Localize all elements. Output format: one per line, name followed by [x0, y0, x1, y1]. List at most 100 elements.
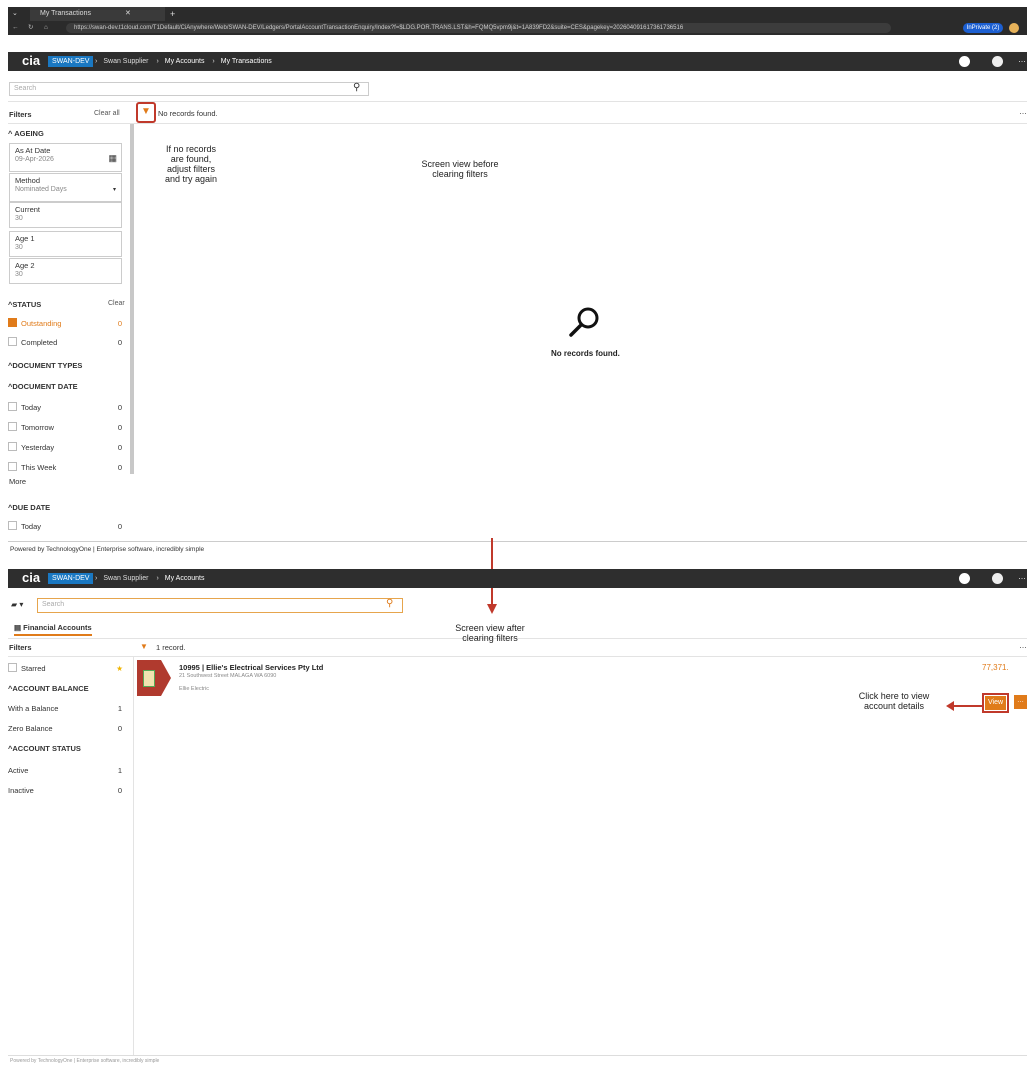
tab-financial-accounts[interactable]: ▤ Financial Accounts: [14, 623, 92, 636]
cia-logo-after[interactable]: cia: [22, 570, 40, 585]
annotation-view-hint: Click here to view account details: [858, 691, 930, 711]
accessibility-icon[interactable]: [959, 56, 970, 67]
inprivate-badge[interactable]: InPrivate (2): [963, 23, 1003, 33]
more-icon[interactable]: …: [1018, 55, 1026, 64]
due-date-today[interactable]: Today 0: [8, 521, 126, 533]
method-value: Nominated Days: [15, 186, 67, 193]
method-label: Method: [15, 176, 41, 185]
search-input[interactable]: Search: [9, 82, 369, 96]
crumb-my-accounts[interactable]: My Accounts: [165, 575, 205, 582]
list-more-icon[interactable]: …: [1019, 641, 1027, 650]
url-input[interactable]: https://swan-dev.t1cloud.com/T1Default/C…: [66, 23, 891, 33]
cia-logo[interactable]: cia: [22, 53, 40, 68]
breadcrumb-after: › Swan Supplier › My Accounts: [95, 575, 205, 582]
view-button-highlight: View: [982, 693, 1009, 713]
view-button[interactable]: View: [985, 696, 1006, 710]
status-clear-link[interactable]: Clear: [108, 300, 125, 307]
document-types-section[interactable]: ^DOCUMENT TYPES: [8, 361, 126, 370]
doc-date-tomorrow[interactable]: Tomorrow 0: [8, 422, 126, 434]
search-input-after[interactable]: Search: [37, 598, 403, 613]
age1-field[interactable]: Age 1 30: [9, 231, 122, 257]
status-outstanding[interactable]: Outstanding 0: [8, 318, 126, 330]
account-thumbnail: [137, 660, 161, 696]
due-date-section[interactable]: ^DUE DATE: [8, 503, 126, 512]
profile-avatar[interactable]: [1009, 23, 1019, 33]
record-count: 1 record.: [156, 643, 186, 652]
current-field[interactable]: Current 30: [9, 202, 122, 228]
browser-tab-bar: My Transactions ✕ + ⌄: [8, 7, 1027, 21]
document-date-section[interactable]: ^DOCUMENT DATE: [8, 382, 126, 391]
search-icon[interactable]: ⚲: [386, 598, 393, 609]
magnifier-icon: [569, 307, 599, 337]
current-value: 30: [15, 215, 23, 222]
filters-title: Filters: [9, 110, 32, 119]
doc-date-today[interactable]: Today 0: [8, 402, 126, 414]
close-tab-icon[interactable]: ✕: [125, 7, 131, 21]
star-icon: ★: [116, 664, 123, 673]
method-select[interactable]: Method Nominated Days ▾: [9, 173, 122, 202]
zero-balance-filter[interactable]: Zero Balance 0: [8, 723, 126, 735]
accounts-tab-icon: ▤: [14, 623, 24, 632]
search-icon[interactable]: ⚲: [353, 82, 360, 93]
checkbox-checked[interactable]: [8, 318, 17, 327]
status-completed-count: 0: [117, 338, 122, 347]
arrow-left-icon: [946, 701, 982, 711]
status-title: STATUS: [12, 300, 42, 309]
ageing-section[interactable]: ^ AGEING: [8, 129, 126, 138]
more-link[interactable]: More: [9, 477, 26, 486]
crumb-swan-supplier[interactable]: Swan Supplier: [103, 58, 148, 65]
list-more-icon[interactable]: …: [1019, 107, 1027, 116]
user-avatar[interactable]: [992, 56, 1003, 67]
env-badge[interactable]: SWAN-DEV: [48, 56, 94, 67]
as-at-date-value: 09-Apr-2026: [15, 156, 54, 163]
doc-date-yesterday[interactable]: Yesterday 0: [8, 442, 126, 454]
crumb-my-accounts[interactable]: My Accounts: [165, 58, 205, 65]
active-filter[interactable]: Active 1: [8, 765, 126, 777]
ageing-title: AGEING: [14, 129, 44, 138]
clear-all-link[interactable]: Clear all: [94, 110, 120, 117]
accessibility-icon[interactable]: [959, 573, 970, 584]
account-trading-name: Ellie Electric: [179, 686, 209, 692]
results-status: No records found.: [158, 109, 218, 118]
document-types-title: DOCUMENT TYPES: [12, 361, 83, 370]
age2-field[interactable]: Age 2 30: [9, 258, 122, 284]
annotation-before: Screen view before clearing filters: [421, 159, 499, 179]
filter-icon[interactable]: ▼: [140, 642, 148, 651]
back-icon[interactable]: ←: [12, 21, 19, 35]
new-tab-icon[interactable]: +: [170, 7, 175, 21]
user-avatar[interactable]: [992, 573, 1003, 584]
account-balance-section[interactable]: ^ACCOUNT BALANCE: [8, 684, 126, 693]
filter-toggle-button[interactable]: ▼: [136, 102, 156, 123]
status-completed[interactable]: Completed 0: [8, 337, 126, 349]
home-icon[interactable]: ⌂: [44, 21, 48, 35]
status-outstanding-label: Outstanding: [21, 319, 62, 328]
current-label: Current: [15, 205, 41, 214]
crumb-my-transactions[interactable]: My Transactions: [221, 58, 272, 65]
as-at-date-field[interactable]: As At Date 09-Apr-2026 ▦: [9, 143, 122, 172]
document-date-title: DOCUMENT DATE: [12, 382, 78, 391]
status-outstanding-count: 0: [117, 319, 122, 328]
row-more-button[interactable]: …: [1014, 695, 1027, 709]
inactive-filter[interactable]: Inactive 0: [8, 785, 126, 797]
filter-starred[interactable]: Starred ★: [8, 663, 126, 675]
with-balance-filter[interactable]: With a Balance 1: [8, 703, 126, 715]
more-icon[interactable]: …: [1018, 572, 1026, 581]
filters-title-after: Filters: [9, 643, 32, 652]
checkbox[interactable]: [8, 337, 17, 346]
footer-text-after: Powered by TechnologyOne | Enterprise so…: [10, 1058, 160, 1064]
tab-menu-icon[interactable]: ⌄: [12, 7, 18, 21]
footer-text: Powered by TechnologyOne | Enterprise so…: [10, 546, 205, 553]
crumb-swan-supplier[interactable]: Swan Supplier: [103, 575, 148, 582]
refresh-icon[interactable]: ↻: [28, 21, 33, 35]
due-date-title: DUE DATE: [12, 503, 51, 512]
account-title[interactable]: 10995 | Ellie's Electrical Services Pty …: [179, 663, 323, 672]
account-status-section[interactable]: ^ACCOUNT STATUS: [8, 744, 126, 753]
as-at-date-label: As At Date: [15, 146, 51, 155]
folder-dropdown[interactable]: ▰ ▾: [11, 600, 23, 609]
browser-tab[interactable]: My Transactions ✕: [30, 7, 165, 21]
sidebar-scrollbar[interactable]: [130, 124, 134, 474]
account-address: 21 Southwest Street MALAGA WA 6090: [179, 673, 277, 679]
env-badge-after[interactable]: SWAN-DEV: [48, 573, 94, 584]
calendar-icon[interactable]: ▦: [108, 153, 117, 164]
doc-date-this-week[interactable]: This Week 0: [8, 462, 126, 474]
